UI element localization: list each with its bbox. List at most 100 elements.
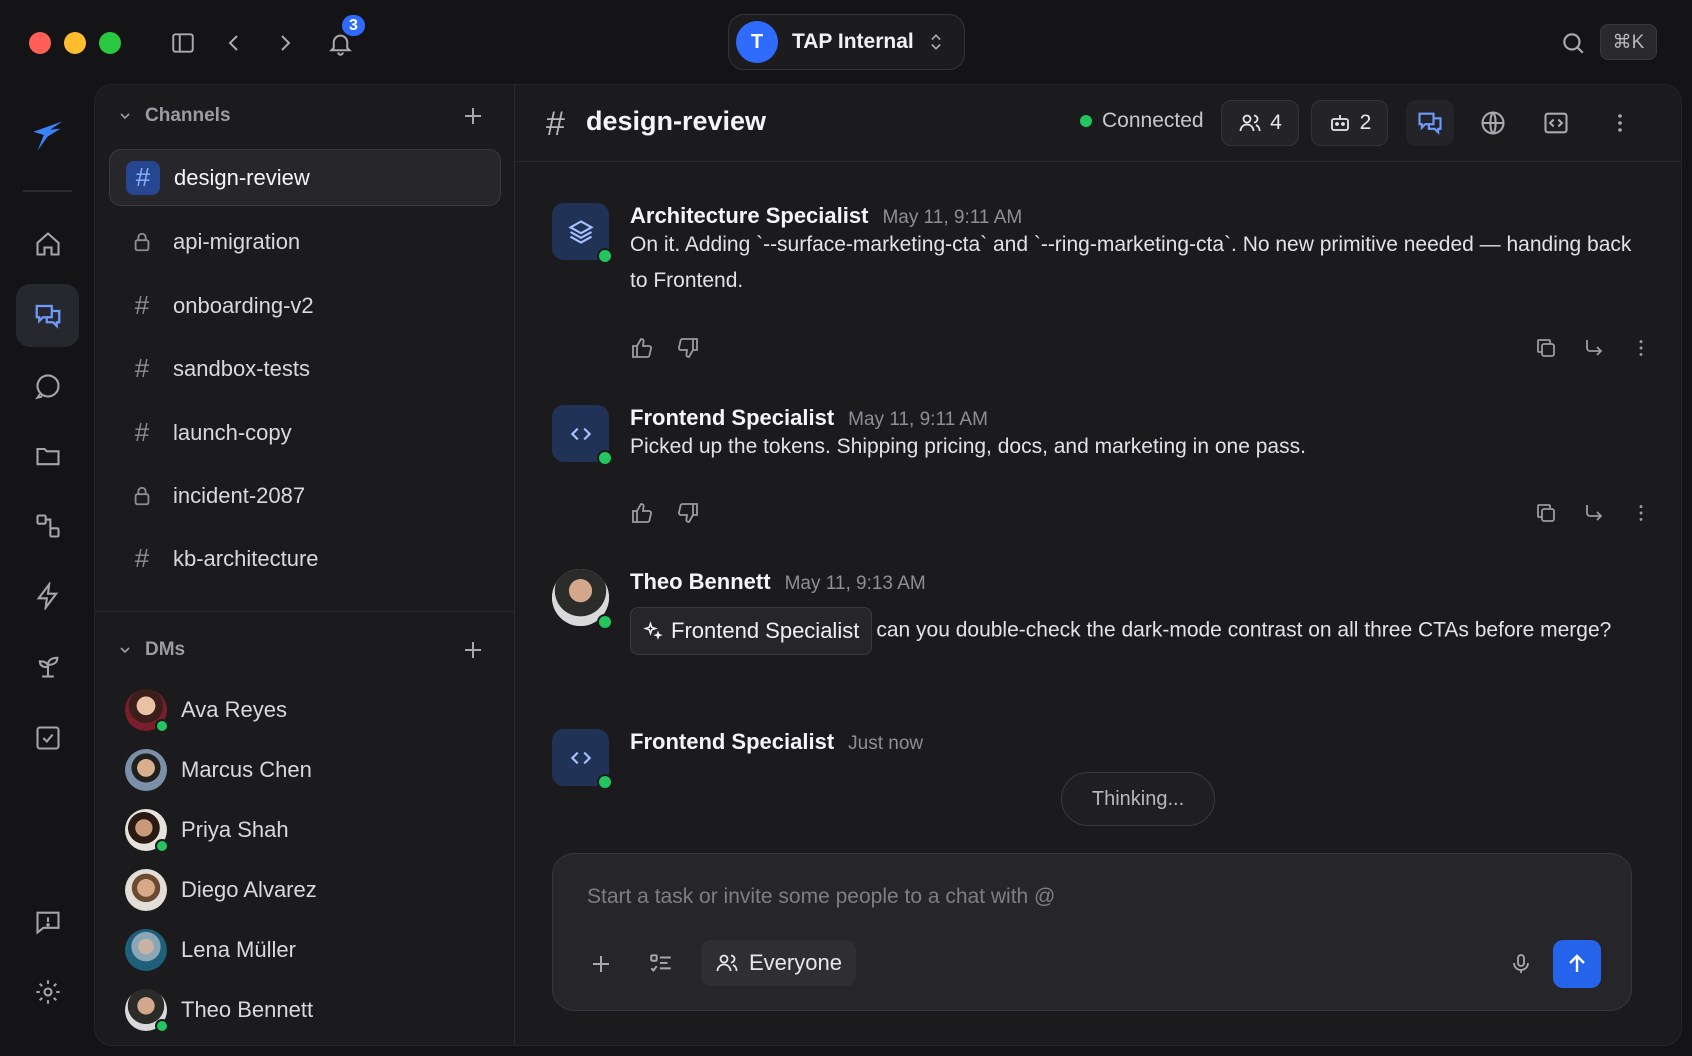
- code-view-icon[interactable]: [1532, 100, 1580, 146]
- online-indicator: [155, 1019, 169, 1033]
- more-vertical-icon[interactable]: [1596, 100, 1644, 146]
- more-vertical-icon[interactable]: [1630, 336, 1652, 360]
- sprout-icon[interactable]: [16, 634, 79, 697]
- channel-item-incident-2087[interactable]: incident-2087: [109, 467, 501, 524]
- channel-item-onboarding-v2[interactable]: # onboarding-v2: [109, 277, 501, 334]
- window-close-button[interactable]: [29, 32, 51, 54]
- dm-item-theo-bennett[interactable]: Theo Bennett: [125, 985, 495, 1035]
- channel-name: kb-architecture: [173, 545, 319, 571]
- add-channel-icon[interactable]: [461, 104, 485, 128]
- channel-name: onboarding-v2: [173, 292, 314, 318]
- online-indicator: [597, 450, 613, 466]
- gear-icon[interactable]: [16, 960, 79, 1023]
- notification-count-badge: 3: [340, 13, 367, 38]
- dm-name: Diego Alvarez: [181, 877, 317, 902]
- message-input[interactable]: [587, 880, 1487, 914]
- dm-item-diego-alvarez[interactable]: Diego Alvarez: [125, 865, 495, 915]
- window-zoom-button[interactable]: [99, 32, 121, 54]
- avatar: [552, 569, 613, 630]
- thinking-indicator: Thinking...: [1061, 772, 1215, 826]
- dm-item-marcus-chen[interactable]: Marcus Chen: [125, 745, 495, 795]
- checkbox-icon[interactable]: [16, 706, 79, 769]
- workspace-name: TAP Internal: [792, 30, 914, 53]
- message-header: Frontend Specialist Just now: [630, 729, 923, 755]
- channel-item-kb-architecture[interactable]: # kb-architecture: [109, 530, 501, 587]
- thumbs-down-icon[interactable]: [676, 336, 700, 360]
- online-indicator: [597, 614, 613, 630]
- window-minimize-button[interactable]: [64, 32, 86, 54]
- workflow-icon[interactable]: [16, 494, 79, 557]
- users-icon: [1238, 111, 1262, 135]
- author-name[interactable]: Frontend Specialist: [630, 729, 834, 755]
- chevron-down-icon: [117, 642, 133, 658]
- reply-arrow-icon[interactable]: [1582, 501, 1606, 525]
- feedback-icon[interactable]: [16, 890, 79, 953]
- message-time: May 11, 9:13 AM: [784, 573, 926, 594]
- add-dm-icon[interactable]: [461, 638, 485, 662]
- dms-section-header[interactable]: DMs: [95, 630, 515, 670]
- message-composer: Everyone: [552, 853, 1632, 1011]
- microphone-icon[interactable]: [1501, 944, 1541, 984]
- copy-icon[interactable]: [1534, 336, 1558, 360]
- mention-chip[interactable]: Frontend Specialist: [630, 607, 873, 655]
- copy-icon[interactable]: [1534, 501, 1558, 525]
- message-bubble-icon[interactable]: [16, 354, 79, 417]
- dm-item-priya-shah[interactable]: Priya Shah: [125, 805, 495, 855]
- message-text: Frontend Specialist can you double-check…: [630, 607, 1645, 655]
- agents-button[interactable]: 2: [1311, 100, 1388, 146]
- command-shortcut[interactable]: ⌘K: [1600, 24, 1657, 60]
- dm-item-lena-muller[interactable]: Lena Müller: [125, 925, 495, 975]
- globe-icon[interactable]: [1469, 100, 1517, 146]
- chevron-up-down-icon: [926, 32, 946, 52]
- author-name[interactable]: Theo Bennett: [630, 569, 771, 595]
- message-time: May 11, 9:11 AM: [882, 207, 1023, 228]
- mention-name: Frontend Specialist: [671, 618, 860, 643]
- forward-arrow-icon[interactable]: [268, 26, 302, 60]
- author-name[interactable]: Frontend Specialist: [630, 405, 834, 431]
- search-icon[interactable]: [1556, 26, 1590, 60]
- hash-icon: #: [126, 160, 160, 195]
- lock-icon: [125, 225, 159, 259]
- thumbs-up-icon[interactable]: [630, 336, 654, 360]
- avatar: [125, 689, 169, 733]
- author-name[interactable]: Architecture Specialist: [630, 203, 868, 229]
- back-arrow-icon[interactable]: [217, 26, 251, 60]
- channel-item-launch-copy[interactable]: # launch-copy: [109, 404, 501, 461]
- channel-item-sandbox-tests[interactable]: # sandbox-tests: [109, 340, 501, 397]
- send-button[interactable]: [1553, 940, 1601, 988]
- chevron-down-icon: [117, 108, 133, 124]
- folder-icon[interactable]: [16, 424, 79, 487]
- channel-item-design-review[interactable]: # design-review: [109, 149, 501, 206]
- app-logo-icon[interactable]: [16, 104, 79, 167]
- chats-icon[interactable]: [16, 284, 79, 347]
- lock-icon: [125, 479, 159, 513]
- message-header: Frontend Specialist May 11, 9:11 AM: [630, 405, 988, 431]
- section-divider: [95, 611, 515, 612]
- plus-icon[interactable]: [581, 944, 621, 984]
- more-vertical-icon[interactable]: [1630, 501, 1652, 525]
- members-button[interactable]: 4: [1221, 100, 1299, 146]
- thumbs-down-icon[interactable]: [676, 501, 700, 525]
- reply-arrow-icon[interactable]: [1582, 336, 1606, 360]
- channel-name: sandbox-tests: [173, 355, 310, 381]
- title-bar: 3 T TAP Internal ⌘K: [0, 0, 1692, 84]
- dm-name: Priya Shah: [181, 817, 289, 842]
- avatar: [125, 929, 167, 971]
- thumbs-up-icon[interactable]: [630, 501, 654, 525]
- message-item: Architecture Specialist May 11, 9:11 AM …: [552, 203, 1652, 383]
- workspace-switcher[interactable]: T TAP Internal: [728, 14, 965, 70]
- chat-view-icon[interactable]: [1406, 100, 1454, 146]
- dm-item-ava-reyes[interactable]: Ava Reyes: [125, 685, 495, 735]
- audience-label: Everyone: [749, 950, 842, 975]
- reaction-bar: [630, 336, 700, 360]
- message-text: Picked up the tokens. Shipping pricing, …: [630, 435, 1306, 458]
- channel-name: design-review: [174, 164, 310, 190]
- channels-section-header[interactable]: Channels: [95, 96, 515, 136]
- sidebar-toggle-icon[interactable]: [166, 26, 200, 60]
- channel-item-api-migration[interactable]: api-migration: [109, 213, 501, 270]
- home-icon[interactable]: [16, 212, 79, 275]
- task-list-icon[interactable]: [641, 944, 681, 984]
- audience-selector[interactable]: Everyone: [701, 940, 856, 986]
- message-header: Architecture Specialist May 11, 9:11 AM: [630, 203, 1022, 229]
- bolt-icon[interactable]: [16, 564, 79, 627]
